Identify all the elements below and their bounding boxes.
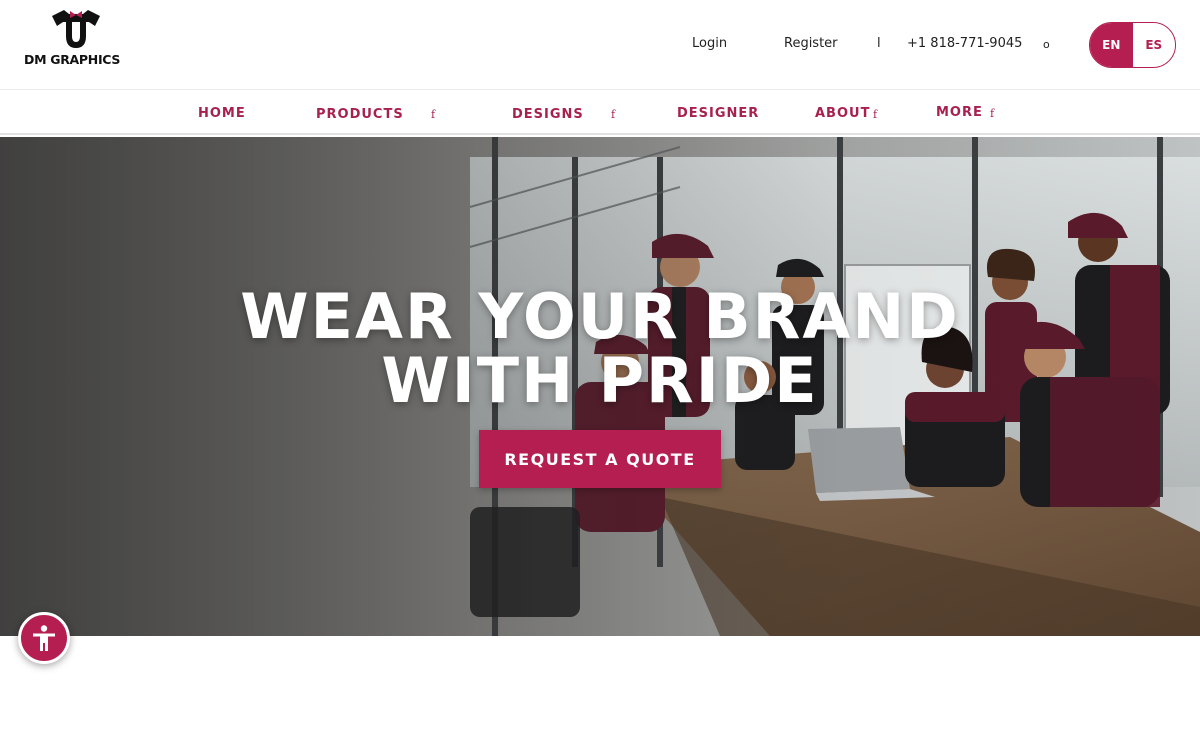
nav-item-designer[interactable]: DESIGNER: [677, 106, 759, 121]
language-en-button[interactable]: EN: [1090, 23, 1133, 67]
phone-link[interactable]: +1 818-771-9045: [907, 36, 1022, 51]
register-link[interactable]: Register: [784, 36, 838, 51]
login-link[interactable]: Login: [692, 36, 727, 51]
designs-caret-icon: f: [611, 108, 616, 121]
hero-banner: WEAR YOUR BRAND WITH PRIDE REQUEST A QUO…: [0, 137, 1200, 636]
language-toggle: EN ES: [1089, 22, 1176, 68]
brand-name: DM GRAPHICS: [24, 52, 121, 67]
nav-item-about[interactable]: ABOUT: [815, 106, 870, 121]
brand-logo[interactable]: DM GRAPHICS: [24, 8, 128, 70]
hero-title-line-1: WEAR YOUR BRAND: [240, 280, 960, 353]
about-caret-icon: f: [873, 108, 878, 121]
phone-suffix-glyph: o: [1043, 38, 1050, 51]
nav-item-home[interactable]: HOME: [198, 106, 246, 121]
products-caret-icon: f: [431, 108, 436, 121]
main-nav: HOME PRODUCTS f DESIGNS f DESIGNER ABOUT…: [0, 91, 1200, 135]
accessibility-button[interactable]: [18, 612, 70, 664]
hero-title: WEAR YOUR BRAND WITH PRIDE: [0, 285, 1200, 413]
accessibility-icon: [33, 625, 55, 651]
nav-item-products[interactable]: PRODUCTS: [316, 107, 404, 122]
more-caret-icon: f: [990, 107, 995, 120]
site-header: DM GRAPHICS Login Register l +1 818-771-…: [0, 0, 1200, 90]
request-quote-button[interactable]: REQUEST A QUOTE: [479, 430, 721, 488]
phone-icon-glyph: l: [877, 36, 881, 51]
nav-item-designs[interactable]: DESIGNS: [512, 107, 584, 122]
shirt-logo-icon: [52, 10, 100, 48]
nav-item-more[interactable]: MORE: [936, 105, 983, 120]
language-es-button[interactable]: ES: [1132, 23, 1175, 67]
hero-title-line-2: WITH PRIDE: [381, 344, 819, 417]
